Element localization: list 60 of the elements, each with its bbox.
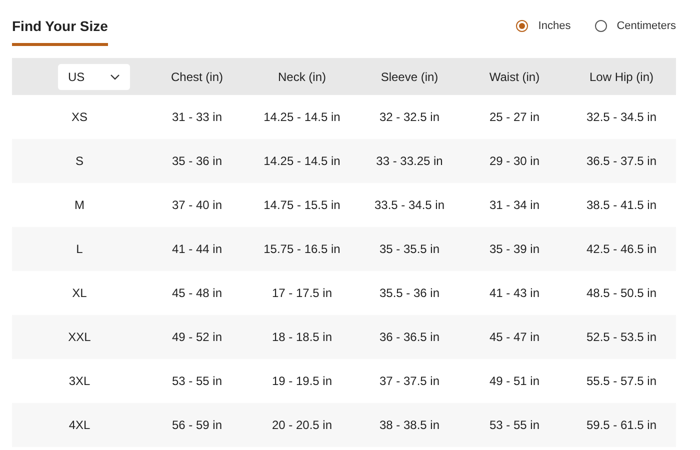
table-cell-text: 59.5 - 61.5 in xyxy=(585,417,658,434)
table-cell-text: 35 - 36 in xyxy=(170,153,224,170)
region-dropdown[interactable]: US xyxy=(58,64,130,90)
table-cell-text: 25 - 27 in xyxy=(488,109,541,126)
table-cell-text: 48.5 - 50.5 in xyxy=(585,285,658,302)
column-header: Waist (in) xyxy=(488,68,541,86)
table-cell-text: 53 - 55 in xyxy=(488,417,541,434)
table-cell-text: 38.5 - 41.5 in xyxy=(585,197,658,214)
table-cell-text: 20 - 20.5 in xyxy=(270,417,334,434)
table-cell-text: 33.5 - 34.5 in xyxy=(373,197,446,214)
table-cell-text: 49 - 52 in xyxy=(170,329,224,346)
radio-button[interactable] xyxy=(516,20,528,32)
column-header: Sleeve (in) xyxy=(380,68,440,86)
size-label: L xyxy=(75,241,84,258)
table-cell-text: 36 - 36.5 in xyxy=(378,329,441,346)
table-cell-text: 45 - 48 in xyxy=(170,285,224,302)
radio-label: Centimeters xyxy=(616,19,676,34)
table-cell-text: 55.5 - 57.5 in xyxy=(585,373,658,390)
radio-label: Inches xyxy=(538,19,571,34)
table-cell-text: 41 - 43 in xyxy=(488,285,541,302)
table-cell-text: 35 - 35.5 in xyxy=(378,241,441,258)
table-cell-text: 14.25 - 14.5 in xyxy=(262,109,342,126)
table-cell-text: 41 - 44 in xyxy=(170,241,224,258)
table-cell-text: 31 - 33 in xyxy=(170,109,224,126)
table-cell-text: 18 - 18.5 in xyxy=(270,329,334,346)
table-cell-text: 36.5 - 37.5 in xyxy=(585,153,658,170)
table-cell-text: 35 - 39 in xyxy=(488,241,541,258)
table-cell-text: 32.5 - 34.5 in xyxy=(585,109,658,126)
table-cell-text: 19 - 19.5 in xyxy=(270,373,334,390)
table-cell-text: 17 - 17.5 in xyxy=(270,285,334,302)
size-label: XL xyxy=(71,285,88,302)
table-cell-text: 42.5 - 46.5 in xyxy=(585,241,658,258)
size-label: 4XL xyxy=(68,417,92,434)
table-cell-text: 38 - 38.5 in xyxy=(378,417,441,434)
table-cell-text: 14.25 - 14.5 in xyxy=(262,153,342,170)
table-cell-text: 37 - 40 in xyxy=(170,197,224,214)
table-cell-text: 32 - 32.5 in xyxy=(378,109,441,126)
radio-button[interactable] xyxy=(594,20,607,32)
table-cell-text: 29 - 30 in xyxy=(488,153,541,170)
size-label: 3XL xyxy=(68,373,92,390)
table-cell-text: 56 - 59 in xyxy=(170,417,224,434)
page-title: Find Your Size xyxy=(12,14,108,46)
table-cell-text: 37 - 37.5 in xyxy=(378,373,441,390)
size-label: M xyxy=(74,197,86,214)
table-cell-text: 33 - 33.25 in xyxy=(375,153,444,170)
column-header: Low Hip (in) xyxy=(588,68,655,86)
table-cell-text: 52.5 - 53.5 in xyxy=(585,329,658,346)
table-cell-text: 35.5 - 36 in xyxy=(378,285,441,302)
table-cell-text: 45 - 47 in xyxy=(488,329,541,346)
table-cell-text: 49 - 51 in xyxy=(488,373,541,390)
column-header: Neck (in) xyxy=(276,68,327,86)
table-cell-text: 14.75 - 15.5 in xyxy=(262,197,342,214)
table-cell-text: 31 - 34 in xyxy=(488,197,541,214)
chevron-down-icon xyxy=(110,74,120,80)
size-label: XS xyxy=(70,109,88,126)
size-label: XXL xyxy=(67,329,92,346)
column-header: Chest (in) xyxy=(170,68,224,86)
size-label: S xyxy=(74,153,84,170)
table-cell-text: 15.75 - 16.5 in xyxy=(262,241,342,258)
table-cell-text: 53 - 55 in xyxy=(170,373,224,390)
